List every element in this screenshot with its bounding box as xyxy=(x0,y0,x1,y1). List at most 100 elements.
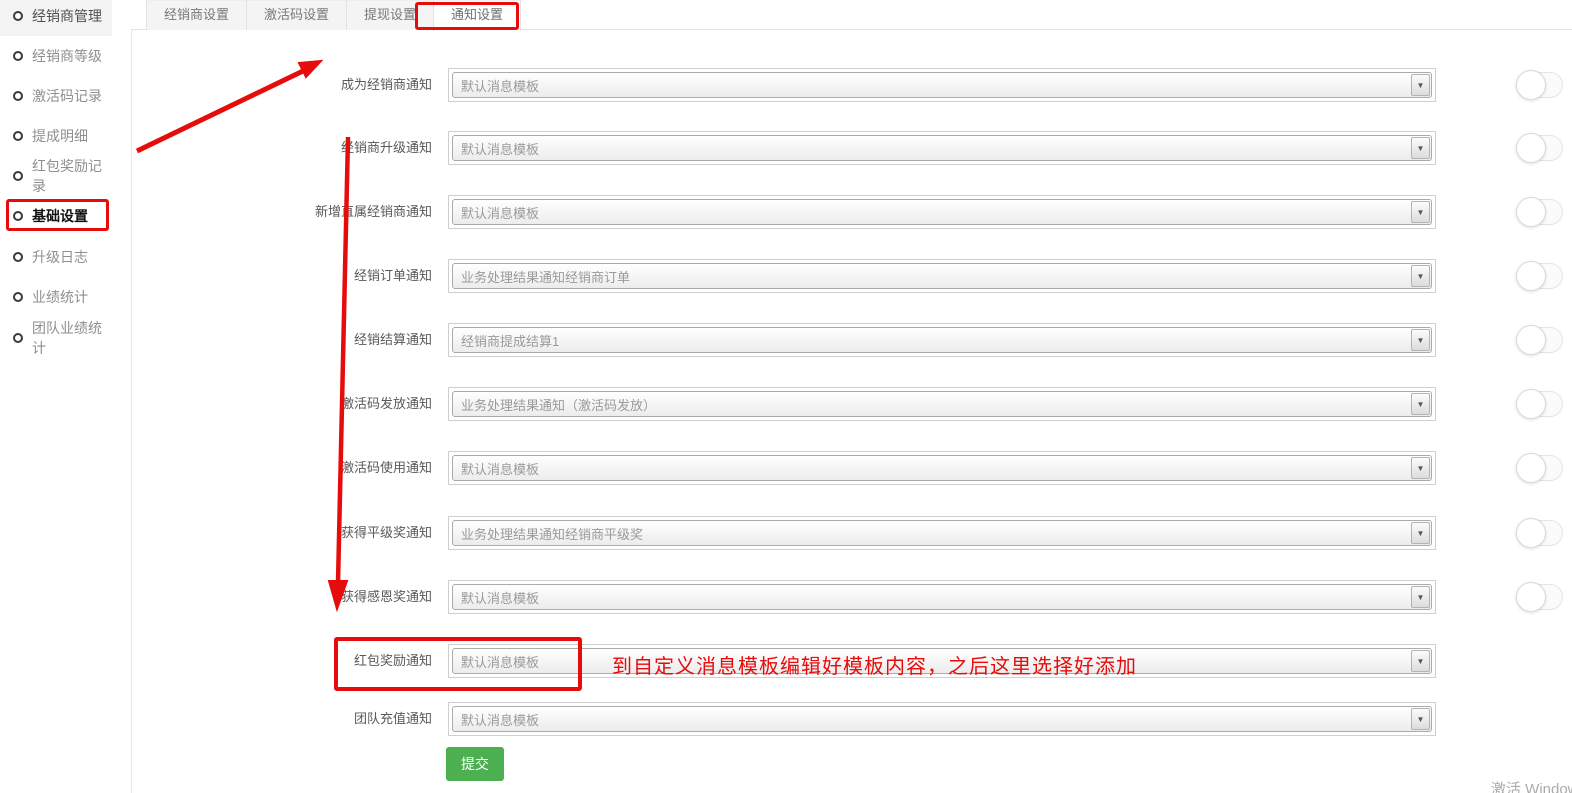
row-label: 经销结算通知 xyxy=(280,323,432,357)
dropdown-container: 经销商提成结算1 ▼ xyxy=(448,323,1436,357)
template-select[interactable]: 默认消息模板 ▼ xyxy=(452,706,1432,732)
selected-template-value: 默认消息模板 xyxy=(453,588,1411,607)
circle-icon xyxy=(13,51,23,61)
template-select[interactable]: 默认消息模板 ▼ xyxy=(452,72,1432,98)
row-label: 获得感恩奖通知 xyxy=(280,580,432,614)
enable-toggle[interactable] xyxy=(1517,520,1563,546)
form-row-8: 获得感恩奖通知 默认消息模板 ▼ xyxy=(0,580,1572,614)
form-row-1: 经销商升级通知 默认消息模板 ▼ xyxy=(0,131,1572,165)
enable-toggle[interactable] xyxy=(1517,584,1563,610)
row-label: 经销商升级通知 xyxy=(280,131,432,165)
dropdown-container: 默认消息模板 ▼ xyxy=(448,451,1436,485)
sidebar-item-label: 经销商等级 xyxy=(32,46,102,66)
form-row-9: 红包奖励通知 默认消息模板 ▼ xyxy=(0,644,1572,678)
chevron-down-icon[interactable]: ▼ xyxy=(1411,650,1430,672)
template-select[interactable]: 业务处理结果通知经销商订单 ▼ xyxy=(452,263,1432,289)
selected-template-value: 业务处理结果通知经销商订单 xyxy=(453,267,1411,286)
chevron-down-icon[interactable]: ▼ xyxy=(1411,201,1430,223)
tab-list: 经销商设置激活码设置提现设置通知设置 xyxy=(146,0,521,31)
template-select[interactable]: 经销商提成结算1 ▼ xyxy=(452,327,1432,353)
dropdown-container: 业务处理结果通知（激活码发放） ▼ xyxy=(448,387,1436,421)
template-select[interactable]: 默认消息模板 ▼ xyxy=(452,135,1432,161)
form-row-7: 获得平级奖通知 业务处理结果通知经销商平级奖 ▼ xyxy=(0,516,1572,550)
selected-template-value: 经销商提成结算1 xyxy=(453,331,1411,350)
form-row-4: 经销结算通知 经销商提成结算1 ▼ xyxy=(0,323,1572,357)
sidebar-item-0[interactable]: 经销商管理 xyxy=(0,0,112,36)
selected-template-value: 业务处理结果通知（激活码发放） xyxy=(453,395,1411,414)
form-row-5: 激活码发放通知 业务处理结果通知（激活码发放） ▼ xyxy=(0,387,1572,421)
dropdown-container: 默认消息模板 ▼ xyxy=(448,131,1436,165)
toggle-knob xyxy=(1516,582,1546,612)
windows-activation-watermark: 激活 Windows xyxy=(1491,778,1572,793)
dropdown-container: 默认消息模板 ▼ xyxy=(448,580,1436,614)
template-select[interactable]: 默认消息模板 ▼ xyxy=(452,199,1432,225)
template-select[interactable]: 默认消息模板 ▼ xyxy=(452,455,1432,481)
dropdown-container: 默认消息模板 ▼ xyxy=(448,195,1436,229)
template-select[interactable]: 业务处理结果通知经销商平级奖 ▼ xyxy=(452,520,1432,546)
enable-toggle[interactable] xyxy=(1517,327,1563,353)
dropdown-container: 默认消息模板 ▼ xyxy=(448,68,1436,102)
dropdown-container: 业务处理结果通知经销商订单 ▼ xyxy=(448,259,1436,293)
toggle-knob xyxy=(1516,133,1546,163)
selected-template-value: 默认消息模板 xyxy=(453,459,1411,478)
row-label: 新增直属经销商通知 xyxy=(280,195,432,229)
toggle-knob xyxy=(1516,261,1546,291)
tab-1[interactable]: 激活码设置 xyxy=(246,0,346,30)
row-label: 激活码发放通知 xyxy=(280,387,432,421)
form-row-3: 经销订单通知 业务处理结果通知经销商订单 ▼ xyxy=(0,259,1572,293)
enable-toggle[interactable] xyxy=(1517,72,1563,98)
dropdown-container: 业务处理结果通知经销商平级奖 ▼ xyxy=(448,516,1436,550)
notification-settings-page: 经销商管理 经销商等级 激活码记录 提成明细 红包奖励记录 基础设置 升级日志 … xyxy=(0,0,1572,793)
circle-icon xyxy=(13,11,23,21)
selected-template-value: 默认消息模板 xyxy=(453,203,1411,222)
chevron-down-icon[interactable]: ▼ xyxy=(1411,586,1430,608)
tab-0[interactable]: 经销商设置 xyxy=(146,0,246,30)
chevron-down-icon[interactable]: ▼ xyxy=(1411,74,1430,96)
tab-bar: 经销商设置激活码设置提现设置通知设置 xyxy=(131,0,1572,30)
circle-icon xyxy=(13,171,23,181)
chevron-down-icon[interactable]: ▼ xyxy=(1411,522,1430,544)
selected-template-value: 业务处理结果通知经销商平级奖 xyxy=(453,524,1411,543)
enable-toggle[interactable] xyxy=(1517,455,1563,481)
enable-toggle[interactable] xyxy=(1517,263,1563,289)
circle-icon xyxy=(13,292,23,302)
template-select[interactable]: 默认消息模板 ▼ xyxy=(452,648,1432,674)
selected-template-value: 默认消息模板 xyxy=(453,139,1411,158)
form-row-2: 新增直属经销商通知 默认消息模板 ▼ xyxy=(0,195,1572,229)
chevron-down-icon[interactable]: ▼ xyxy=(1411,265,1430,287)
row-label: 团队充值通知 xyxy=(280,702,432,736)
template-select[interactable]: 业务处理结果通知（激活码发放） ▼ xyxy=(452,391,1432,417)
enable-toggle[interactable] xyxy=(1517,199,1563,225)
selected-template-value: 默认消息模板 xyxy=(453,652,1411,671)
submit-button[interactable]: 提交 xyxy=(446,747,504,781)
toggle-knob xyxy=(1516,389,1546,419)
row-label: 成为经销商通知 xyxy=(280,68,432,102)
form-row-6: 激活码使用通知 默认消息模板 ▼ xyxy=(0,451,1572,485)
chevron-down-icon[interactable]: ▼ xyxy=(1411,393,1430,415)
template-select[interactable]: 默认消息模板 ▼ xyxy=(452,584,1432,610)
chevron-down-icon[interactable]: ▼ xyxy=(1411,708,1430,730)
toggle-knob xyxy=(1516,197,1546,227)
form-row-10: 团队充值通知 默认消息模板 ▼ xyxy=(0,702,1572,736)
enable-toggle[interactable] xyxy=(1517,391,1563,417)
dropdown-container: 默认消息模板 ▼ xyxy=(448,644,1436,678)
toggle-knob xyxy=(1516,453,1546,483)
row-label: 经销订单通知 xyxy=(280,259,432,293)
selected-template-value: 默认消息模板 xyxy=(453,710,1411,729)
sidebar-item-label: 经销商管理 xyxy=(32,6,102,26)
row-label: 获得平级奖通知 xyxy=(280,516,432,550)
form-row-0: 成为经销商通知 默认消息模板 ▼ xyxy=(0,68,1572,102)
toggle-knob xyxy=(1516,518,1546,548)
enable-toggle[interactable] xyxy=(1517,135,1563,161)
tab-3[interactable]: 通知设置 xyxy=(433,0,521,31)
chevron-down-icon[interactable]: ▼ xyxy=(1411,137,1430,159)
toggle-knob xyxy=(1516,325,1546,355)
tab-2[interactable]: 提现设置 xyxy=(346,0,433,30)
dropdown-container: 默认消息模板 ▼ xyxy=(448,702,1436,736)
row-label: 激活码使用通知 xyxy=(280,451,432,485)
toggle-knob xyxy=(1516,70,1546,100)
chevron-down-icon[interactable]: ▼ xyxy=(1411,457,1430,479)
chevron-down-icon[interactable]: ▼ xyxy=(1411,329,1430,351)
selected-template-value: 默认消息模板 xyxy=(453,76,1411,95)
row-label: 红包奖励通知 xyxy=(280,644,432,678)
